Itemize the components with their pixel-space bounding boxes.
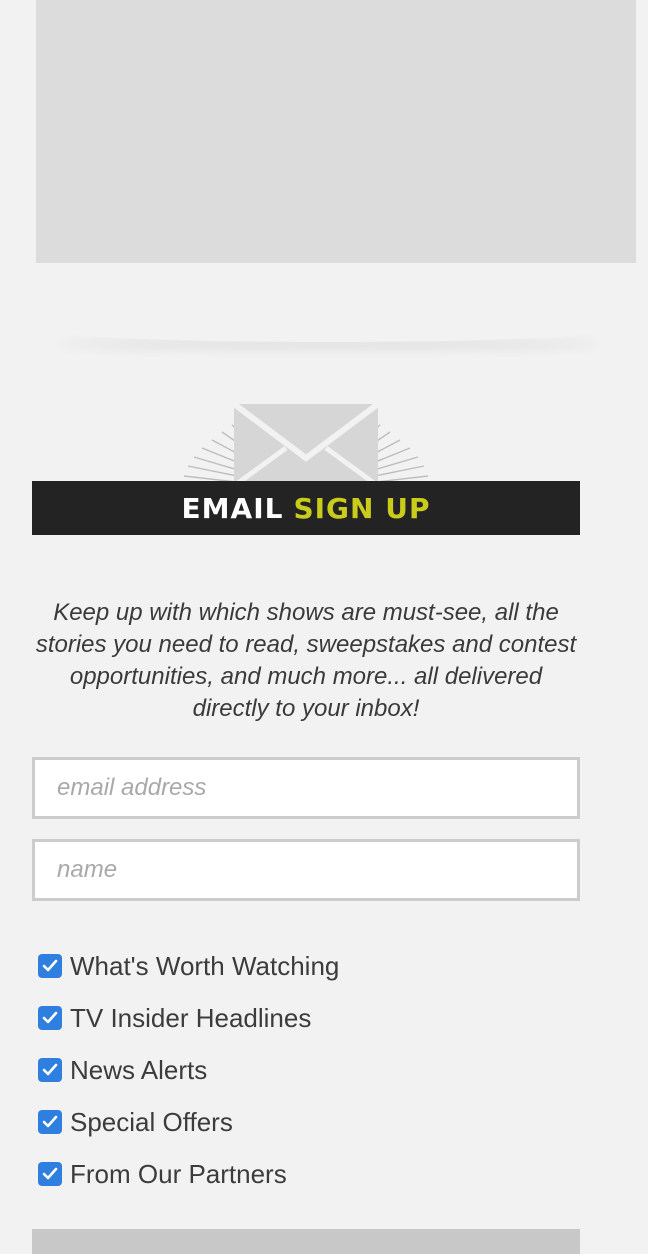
checkbox-checked-icon[interactable] (38, 954, 62, 978)
newsletter-option-label: TV Insider Headlines (70, 1002, 312, 1033)
ad-placeholder (36, 0, 636, 263)
newsletter-option-whats-worth-watching[interactable]: What's Worth Watching (38, 940, 578, 992)
subscribe-button[interactable]: SUBSCRIBE (32, 1229, 580, 1254)
divider (50, 318, 610, 342)
envelope-icon (176, 400, 436, 482)
newsletter-options: What's Worth Watching TV Insider Headlin… (38, 940, 578, 1200)
newsletter-option-tv-insider-headlines[interactable]: TV Insider Headlines (38, 992, 578, 1044)
email-field[interactable] (32, 757, 580, 819)
page: EMAIL SIGN UP Keep up with which shows a… (0, 0, 648, 1254)
newsletter-option-label: What's Worth Watching (70, 950, 340, 981)
signup-intro-text: Keep up with which shows are must-see, a… (35, 599, 577, 722)
checkbox-checked-icon[interactable] (38, 1058, 62, 1082)
checkbox-checked-icon[interactable] (38, 1162, 62, 1186)
newsletter-option-from-our-partners[interactable]: From Our Partners (38, 1148, 578, 1200)
name-field[interactable] (32, 839, 580, 901)
newsletter-option-news-alerts[interactable]: News Alerts (38, 1044, 578, 1096)
newsletter-option-label: Special Offers (70, 1106, 233, 1137)
banner-title-signup: SIGN UP (293, 491, 431, 525)
newsletter-option-label: News Alerts (70, 1054, 208, 1085)
banner-title-email: EMAIL (181, 491, 284, 525)
newsletter-option-special-offers[interactable]: Special Offers (38, 1096, 578, 1148)
checkbox-checked-icon[interactable] (38, 1110, 62, 1134)
signup-banner: EMAIL SIGN UP (32, 481, 580, 535)
newsletter-option-label: From Our Partners (70, 1158, 287, 1189)
checkbox-checked-icon[interactable] (38, 1006, 62, 1030)
